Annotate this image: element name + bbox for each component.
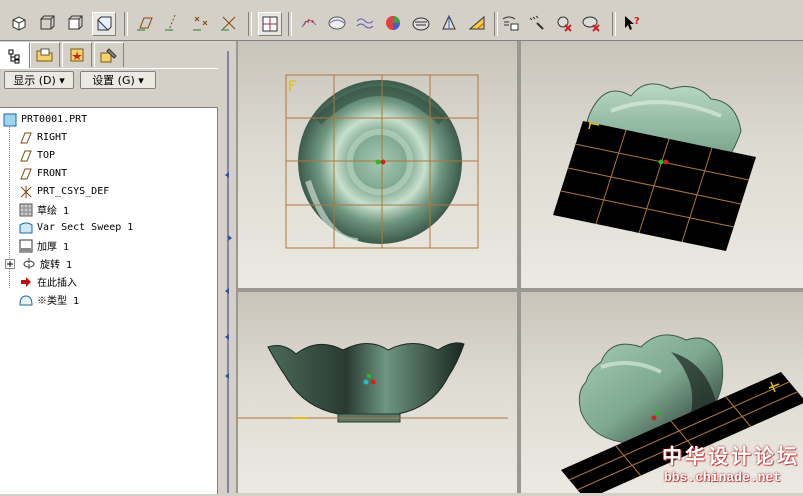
tree-item-sketch[interactable]: 草绘 1	[18, 201, 69, 218]
top-view[interactable]	[238, 41, 517, 288]
tree-item-label: Var Sect Sweep 1	[37, 222, 134, 233]
grid-view-icon[interactable]	[258, 12, 282, 36]
tools-icon	[100, 48, 117, 63]
main-toolbar: ?	[0, 8, 803, 41]
expand-icon[interactable]	[2, 256, 18, 272]
sketch-icon	[18, 202, 34, 218]
front-view-graphic	[238, 342, 508, 423]
tree-item-csys[interactable]: PRT_CSYS_DEF	[18, 183, 109, 200]
shaded-active-cube-icon[interactable]	[92, 12, 116, 36]
toolbar-separator	[612, 12, 616, 36]
csys-marker	[289, 80, 296, 91]
panel-tabs	[0, 41, 218, 68]
model-tree-icon	[8, 49, 20, 63]
whats-this-icon[interactable]: ?	[620, 12, 642, 34]
svg-text:?: ?	[634, 16, 640, 27]
tree-item-style[interactable]: ※类型 1	[18, 291, 79, 308]
top-view-graphic	[285, 74, 479, 249]
favorites-tab[interactable]	[62, 42, 92, 67]
tree-menus: 显示 (D) ▾ 设置 (G) ▾	[0, 68, 218, 91]
shaded-cube-icon[interactable]	[8, 12, 30, 34]
coord-sys-icon[interactable]	[218, 12, 240, 34]
toolbar-separator	[248, 12, 252, 36]
display-menu-button[interactable]: 显示 (D) ▾	[4, 71, 74, 89]
tree-item-label: 加厚 1	[37, 242, 70, 253]
folder-icon	[36, 48, 53, 62]
deviation-icon[interactable]	[526, 12, 548, 34]
revolve-icon	[21, 256, 37, 272]
tools-tab[interactable]	[94, 42, 124, 67]
curvature-icon[interactable]	[298, 12, 320, 34]
tree-item-thicken[interactable]: 加厚 1	[18, 237, 69, 254]
tree-item-label: RIGHT	[37, 132, 68, 143]
iso-view-1-graphic	[553, 83, 756, 251]
model-tree: PRT0001.PRT RIGHT TOP FRONT PRT_CSYS_DEF…	[0, 107, 218, 494]
slope-icon[interactable]	[466, 12, 488, 34]
tree-item-top[interactable]: TOP	[18, 147, 55, 164]
tree-item-root[interactable]: PRT0001.PRT	[2, 111, 87, 128]
style-icon	[18, 292, 34, 308]
tree-item-insert-here[interactable]: 在此插入	[18, 273, 77, 290]
tree-item-label: FRONT	[37, 168, 68, 179]
shade-icon[interactable]	[382, 12, 404, 34]
thicken-icon	[18, 238, 34, 254]
toolbar-separator	[124, 12, 128, 36]
watermark: 中华设计论坛 bbs.chinade.net	[654, 440, 803, 493]
tree-item-label: 草绘 1	[37, 206, 70, 217]
node-icon[interactable]	[552, 12, 574, 34]
model-tree-tab[interactable]	[0, 42, 30, 68]
datum-plane-icon	[18, 148, 34, 164]
dihedral-icon[interactable]	[500, 12, 522, 34]
gaussian-icon[interactable]	[580, 12, 602, 34]
csys-icon	[18, 184, 34, 200]
watermark-title: 中华设计论坛	[662, 444, 800, 468]
datum-point-icon[interactable]	[190, 12, 212, 34]
datum-plane-icon	[18, 166, 34, 182]
sweep-icon	[18, 220, 34, 236]
hidden-cube-icon[interactable]	[64, 12, 86, 34]
tree-item-label: 在此插入	[37, 278, 77, 289]
tree-item-front[interactable]: FRONT	[18, 165, 67, 182]
tree-item-revolve[interactable]: 旋转 1	[2, 255, 72, 272]
panel-splitter[interactable]	[218, 41, 236, 493]
folder-tab[interactable]	[30, 42, 60, 67]
offset-icon[interactable]	[354, 12, 376, 34]
tree-item-right[interactable]: RIGHT	[18, 129, 67, 146]
tree-item-sweep[interactable]: Var Sect Sweep 1	[18, 219, 133, 236]
model-tree-panel: 显示 (D) ▾ 设置 (G) ▾ PRT0001.PRT RIGHT TOP …	[0, 41, 218, 494]
wire-cube-icon[interactable]	[36, 12, 58, 34]
tree-item-label: PRT0001.PRT	[21, 114, 88, 125]
part-icon	[2, 112, 18, 128]
datum-plane-icon	[18, 130, 34, 146]
tree-item-label: 旋转 1	[40, 260, 73, 271]
toolbar-separator	[288, 12, 292, 36]
favorites-icon	[70, 48, 84, 62]
toolbar-separator	[494, 12, 498, 36]
bowl-front-surface	[267, 342, 465, 415]
draft-icon[interactable]	[438, 12, 460, 34]
tree-item-label: ※类型 1	[37, 296, 80, 307]
splitter-arrows	[225, 51, 232, 493]
datum-axis-icon[interactable]	[162, 12, 184, 34]
section-icon[interactable]	[326, 12, 348, 34]
isometric-view-1[interactable]	[521, 41, 803, 288]
tree-item-label: PRT_CSYS_DEF	[37, 186, 110, 197]
front-view[interactable]	[238, 292, 517, 493]
reflection-icon[interactable]	[410, 12, 432, 34]
tree-item-label: TOP	[37, 150, 56, 161]
settings-menu-button[interactable]: 设置 (G) ▾	[80, 71, 156, 89]
datum-plane-icon[interactable]	[134, 12, 156, 34]
watermark-url: bbs.chinade.net	[664, 470, 782, 485]
insert-arrow-icon	[18, 274, 34, 290]
